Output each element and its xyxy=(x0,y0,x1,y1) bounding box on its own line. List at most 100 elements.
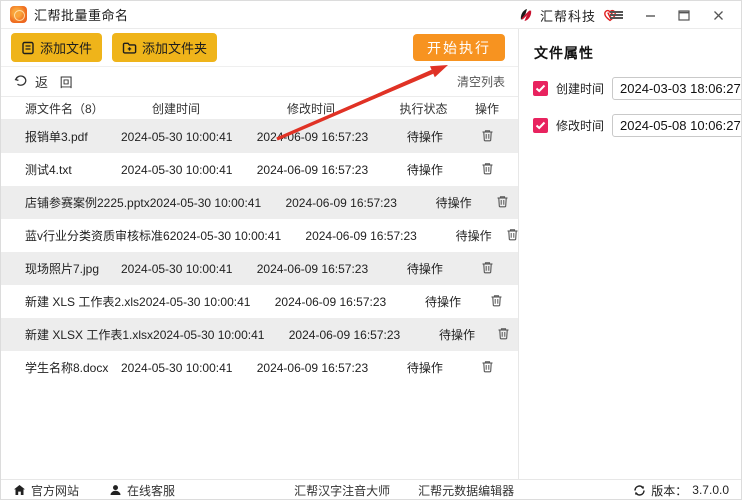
status-text: 待操作 xyxy=(392,359,457,376)
file-name: 测试4.txt xyxy=(1,161,121,178)
toolbar: 添加文件 添加文件夹 开始执行 xyxy=(1,29,518,67)
file-name: 新建 XLS 工作表2.xls xyxy=(1,293,139,310)
modified-time-field: 修改时间 xyxy=(533,114,742,137)
file-name: 学生名称8.docx xyxy=(1,359,121,376)
created-time-input[interactable] xyxy=(612,77,742,100)
created-time-checkbox[interactable] xyxy=(533,81,548,96)
status-text: 待操作 xyxy=(421,194,486,211)
trash-icon[interactable] xyxy=(481,129,494,142)
table-row[interactable]: 现场照片7.jpg 2024-05-30 10:00:41 2024-06-09… xyxy=(1,252,518,285)
table-row[interactable]: 新建 XLS 工作表2.xls 2024-05-30 10:00:41 2024… xyxy=(1,285,518,318)
column-action: 操作 xyxy=(456,100,518,117)
trash-icon[interactable] xyxy=(497,327,510,340)
maximize-icon[interactable] xyxy=(667,1,701,29)
created-time: 2024-05-30 10:00:41 xyxy=(153,328,264,342)
trash-icon[interactable] xyxy=(481,261,494,274)
created-time: 2024-05-30 10:00:41 xyxy=(121,130,232,144)
trash-icon[interactable] xyxy=(490,294,503,307)
add-file-icon xyxy=(21,41,35,55)
modified-time: 2024-06-09 16:57:23 xyxy=(232,361,392,375)
column-modified-time: 修改时间 xyxy=(231,100,391,117)
add-folder-button[interactable]: 添加文件夹 xyxy=(112,33,217,62)
trash-icon[interactable] xyxy=(481,360,494,373)
trash-icon[interactable] xyxy=(496,195,509,208)
start-execute-button[interactable]: 开始执行 xyxy=(413,34,505,61)
modified-time: 2024-06-09 16:57:23 xyxy=(261,196,421,210)
version-area: 版本： 3.7.0.0 xyxy=(633,482,729,499)
file-name: 新建 XLSX 工作表1.xlsx xyxy=(1,326,153,343)
table-row[interactable]: 学生名称8.docx 2024-05-30 10:00:41 2024-06-0… xyxy=(1,351,518,384)
created-time: 2024-05-30 10:00:41 xyxy=(139,295,250,309)
table-row[interactable]: 蓝v行业分类资质审核标准6 2024-05-30 10:00:41 2024-0… xyxy=(1,219,518,252)
modified-time: 2024-06-09 16:57:23 xyxy=(232,130,392,144)
column-source-filename: 源文件名（8） xyxy=(1,100,121,117)
panel-title: 文件属性 xyxy=(519,29,742,63)
modified-time: 2024-06-09 16:57:23 xyxy=(281,229,441,243)
file-table-body: 报销单3.pdf 2024-05-30 10:00:41 2024-06-09 … xyxy=(1,120,518,384)
file-name: 店铺参赛案例2225.pptx xyxy=(1,194,150,211)
table-row[interactable]: 报销单3.pdf 2024-05-30 10:00:41 2024-06-09 … xyxy=(1,120,518,153)
app-identity: 汇帮批量重命名 xyxy=(1,5,129,24)
version-label: 版本： xyxy=(651,482,687,499)
trash-icon[interactable] xyxy=(506,228,519,241)
created-time: 2024-05-30 10:00:41 xyxy=(121,262,232,276)
table-row[interactable]: 新建 XLSX 工作表1.xlsx 2024-05-30 10:00:41 20… xyxy=(1,318,518,351)
online-support-link[interactable]: 在线客服 xyxy=(109,482,175,499)
back-button[interactable]: 返 回 xyxy=(14,72,77,91)
window-controls xyxy=(599,1,735,29)
file-name: 蓝v行业分类资质审核标准6 xyxy=(1,227,170,244)
modified-time-checkbox[interactable] xyxy=(533,118,548,133)
created-time-field: 创建时间 xyxy=(533,77,742,100)
back-label: 返 回 xyxy=(35,72,77,91)
status-text: 待操作 xyxy=(424,326,489,343)
modified-time: 2024-06-09 16:57:23 xyxy=(250,295,410,309)
official-website-link[interactable]: 官方网站 xyxy=(13,482,79,499)
refresh-icon[interactable] xyxy=(633,484,646,497)
house-icon xyxy=(13,484,26,496)
file-name: 现场照片7.jpg xyxy=(1,260,121,277)
minimize-icon[interactable] xyxy=(633,1,667,29)
table-row[interactable]: 测试4.txt 2024-05-30 10:00:41 2024-06-09 1… xyxy=(1,153,518,186)
app-title: 汇帮批量重命名 xyxy=(34,5,129,24)
status-bar: 官方网站 在线客服 汇帮汉字注音大师 汇帮元数据编辑器 xyxy=(1,479,741,500)
created-time: 2024-05-30 10:00:41 xyxy=(150,196,261,210)
status-text: 待操作 xyxy=(410,293,475,310)
brand-name: 汇帮科技 xyxy=(540,6,596,25)
status-text: 待操作 xyxy=(392,161,457,178)
file-properties-panel: 文件属性 创建时间 修改时间 xyxy=(519,29,742,479)
created-time: 2024-05-30 10:00:41 xyxy=(121,361,232,375)
add-folder-label: 添加文件夹 xyxy=(142,38,207,57)
file-list-panel: 添加文件 添加文件夹 开始执行 返 回 清空列表 xyxy=(1,29,519,479)
status-text: 待操作 xyxy=(441,227,506,244)
created-time: 2024-05-30 10:00:41 xyxy=(170,229,281,243)
brand-pinwheel-icon xyxy=(518,7,534,23)
add-folder-icon xyxy=(122,41,137,55)
trash-icon[interactable] xyxy=(481,162,494,175)
modified-time: 2024-06-09 16:57:23 xyxy=(232,262,392,276)
close-icon[interactable] xyxy=(701,1,735,29)
created-time: 2024-05-30 10:00:41 xyxy=(121,163,232,177)
add-file-label: 添加文件 xyxy=(40,38,92,57)
person-icon xyxy=(109,484,122,496)
status-text: 待操作 xyxy=(392,128,457,145)
modified-time-label: 修改时间 xyxy=(556,117,604,134)
app-icon xyxy=(10,6,27,23)
menu-icon[interactable] xyxy=(599,1,633,29)
table-row[interactable]: 店铺参赛案例2225.pptx 2024-05-30 10:00:41 2024… xyxy=(1,186,518,219)
back-arrow-icon xyxy=(14,75,28,88)
online-support-label: 在线客服 xyxy=(127,482,175,499)
status-text: 待操作 xyxy=(392,260,457,277)
created-time-label: 创建时间 xyxy=(556,80,604,97)
modified-time: 2024-06-09 16:57:23 xyxy=(232,163,392,177)
modified-time-input[interactable] xyxy=(612,114,742,137)
metadata-editor-link[interactable]: 汇帮元数据编辑器 xyxy=(418,482,514,499)
modified-time: 2024-06-09 16:57:23 xyxy=(264,328,424,342)
column-created-time: 创建时间 xyxy=(121,100,231,117)
title-bar: 汇帮批量重命名 汇帮科技 xyxy=(1,1,741,29)
app-window: 汇帮批量重命名 汇帮科技 xyxy=(0,0,742,500)
pinyin-master-link[interactable]: 汇帮汉字注音大师 xyxy=(294,482,390,499)
sub-toolbar: 返 回 清空列表 xyxy=(1,67,518,97)
add-file-button[interactable]: 添加文件 xyxy=(11,33,102,62)
version-number: 3.7.0.0 xyxy=(692,483,729,497)
clear-list-button[interactable]: 清空列表 xyxy=(457,73,505,90)
